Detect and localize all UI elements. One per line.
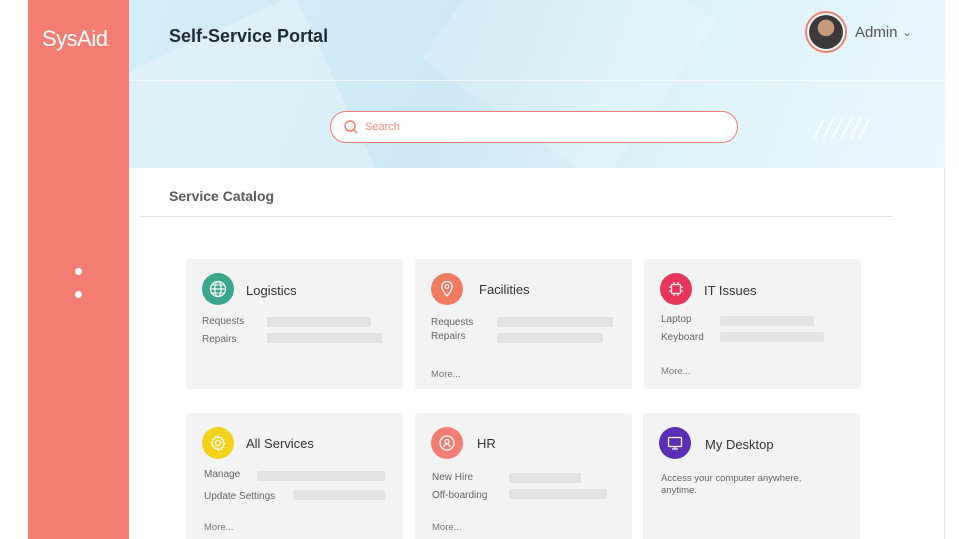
sidebar-dot-icon[interactable] [75, 291, 82, 298]
monitor-icon [659, 427, 691, 459]
card-all-services[interactable]: All Services Manage Update Settings More… [186, 413, 403, 539]
placeholder-bar [720, 332, 824, 342]
chip-icon [660, 273, 692, 305]
gear-icon [202, 427, 234, 459]
card-link-repairs[interactable]: Repairs [431, 331, 465, 342]
card-link-new-hire[interactable]: New Hire [432, 472, 473, 483]
sidebar-dot-icon[interactable] [75, 268, 82, 275]
search-input[interactable] [365, 121, 705, 133]
location-pin-icon [431, 273, 463, 305]
card-title: All Services [246, 436, 314, 451]
placeholder-bar [720, 316, 814, 326]
globe-icon [202, 273, 234, 305]
card-title: IT Issues [704, 283, 757, 298]
avatar-photo [809, 15, 843, 49]
card-link-requests[interactable]: Requests [202, 316, 244, 327]
placeholder-bar [497, 333, 603, 343]
logo-dot: . [107, 38, 110, 49]
portal-page: SysAid. ////// Self-Service Portal Admin… [0, 0, 959, 539]
card-it-issues[interactable]: IT Issues Laptop Keyboard More... [644, 259, 861, 389]
header-divider [129, 80, 945, 81]
portal-header: ////// Self-Service Portal Admin ⌄ [129, 0, 945, 168]
card-title: Logistics [246, 283, 297, 298]
card-link-repairs[interactable]: Repairs [202, 334, 236, 345]
card-title: HR [477, 436, 496, 451]
card-link-requests[interactable]: Requests [431, 317, 473, 328]
card-logistics[interactable]: Logistics Requests Repairs [186, 259, 403, 389]
card-my-desktop[interactable]: My Desktop Access your computer anywhere… [643, 413, 860, 539]
card-link-keyboard[interactable]: Keyboard [661, 332, 704, 343]
person-search-icon [431, 427, 463, 459]
placeholder-bar [257, 471, 385, 481]
user-name[interactable]: Admin [855, 24, 898, 41]
card-link-manage[interactable]: Manage [204, 469, 240, 480]
placeholder-bar [497, 317, 613, 327]
placeholder-bar [293, 490, 385, 500]
chevron-down-icon[interactable]: ⌄ [903, 26, 912, 39]
sidebar: SysAid. [28, 0, 129, 539]
search-icon [344, 120, 358, 134]
page-title: Self-Service Portal [169, 26, 329, 46]
placeholder-bar [509, 473, 581, 483]
card-link-off-boarding[interactable]: Off-boarding [432, 490, 487, 501]
card-title: My Desktop [705, 437, 774, 452]
search-bar[interactable] [330, 111, 738, 143]
sysaid-logo[interactable]: SysAid. [42, 26, 110, 52]
card-description: Access your computer anywhere, anytime. [661, 473, 802, 496]
card-hr[interactable]: HR New Hire Off-boarding More... [415, 413, 632, 539]
more-link[interactable]: More... [204, 522, 234, 533]
more-link[interactable]: More... [432, 522, 462, 533]
avatar[interactable] [805, 11, 847, 53]
placeholder-bar [267, 317, 371, 327]
main-content: ////// Self-Service Portal Admin ⌄ Servi… [129, 0, 945, 539]
card-facilities[interactable]: Facilities Requests Repairs More... [415, 259, 632, 389]
card-title: Facilities [479, 282, 530, 297]
user-menu[interactable]: Admin ⌄ [805, 10, 912, 54]
card-link-laptop[interactable]: Laptop [661, 314, 692, 325]
logo-text: SysAid [42, 26, 108, 51]
placeholder-bar [509, 489, 607, 499]
section-divider [141, 216, 893, 217]
more-link[interactable]: More... [431, 369, 461, 380]
placeholder-bar [267, 333, 382, 343]
more-link[interactable]: More... [661, 366, 691, 377]
header-stripes: ////// [815, 114, 870, 142]
section-title: Service Catalog [169, 188, 275, 204]
card-link-update-settings[interactable]: Update Settings [204, 491, 275, 502]
